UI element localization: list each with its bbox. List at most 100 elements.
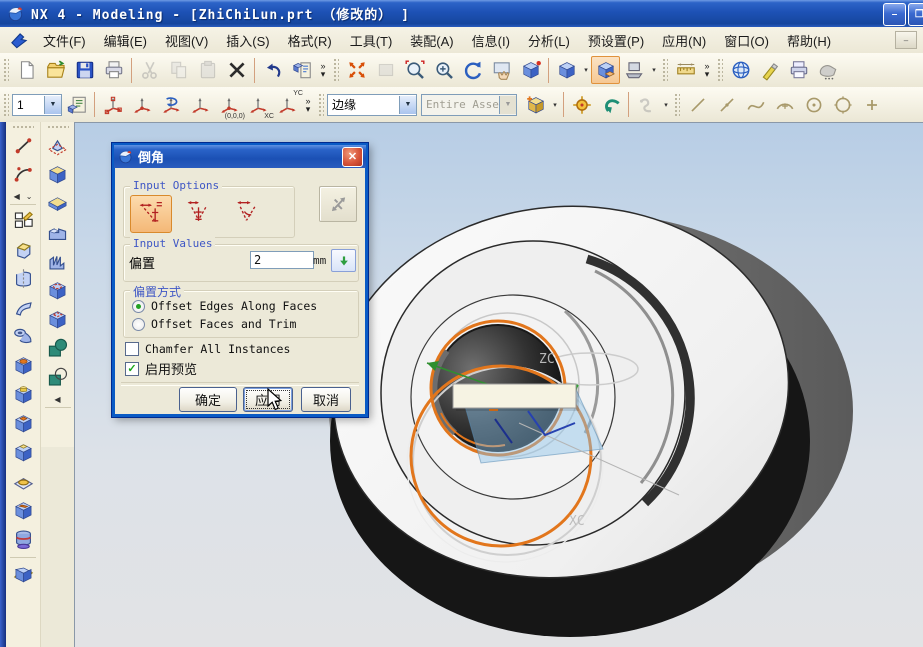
- maximize-button[interactable]: ❐: [908, 3, 923, 26]
- selection-filter-button[interactable]: [567, 91, 596, 119]
- datum-button[interactable]: [43, 132, 73, 161]
- dialog-title-bar[interactable]: 倒角 ✕: [114, 145, 366, 168]
- offset-faces-radio-row[interactable]: Offset Faces and Trim: [132, 317, 296, 331]
- toolbar-grip[interactable]: [12, 125, 34, 130]
- combo-arrow-icon[interactable]: ▼: [399, 96, 416, 114]
- csys-rotate-button[interactable]: [156, 91, 185, 119]
- menu-preferences[interactable]: 预设置(P): [579, 28, 653, 53]
- checkbox-unchecked-icon[interactable]: [125, 342, 139, 356]
- arc-tool-button[interactable]: [8, 161, 38, 190]
- csys-origin-button[interactable]: (0,0,0): [214, 91, 243, 119]
- pad-button[interactable]: [8, 439, 38, 468]
- menu-information[interactable]: 信息(I): [463, 28, 519, 53]
- dropdown-arrow-icon[interactable]: ▾: [581, 66, 591, 74]
- rotate-view-button[interactable]: [458, 56, 487, 84]
- offset-value-dropdown-button[interactable]: [331, 249, 356, 272]
- snap-line-mid-button[interactable]: [712, 91, 741, 119]
- slab-button[interactable]: [43, 190, 73, 219]
- toolbar-collapse-arrows[interactable]: ◀⌄: [14, 190, 33, 202]
- create-box-button[interactable]: [521, 91, 550, 119]
- block-dash-button[interactable]: [43, 306, 73, 335]
- boss-button[interactable]: [8, 381, 38, 410]
- mini-tool-button[interactable]: [632, 91, 661, 119]
- toolbar-grip[interactable]: [3, 58, 9, 82]
- toolbar-grip[interactable]: [333, 58, 339, 82]
- print-button[interactable]: [99, 56, 128, 84]
- toolbar-dock-handle[interactable]: –: [895, 31, 917, 49]
- emboss-button[interactable]: [8, 468, 38, 497]
- zoom-button[interactable]: [429, 56, 458, 84]
- snap-circle-button[interactable]: [828, 91, 857, 119]
- undo-button[interactable]: [258, 56, 287, 84]
- dropdown-arrow-icon[interactable]: ▾: [661, 101, 671, 109]
- menu-tools[interactable]: 工具(T): [341, 28, 402, 53]
- toolbar-overflow[interactable]: »▾: [700, 62, 714, 78]
- isometric-view-button[interactable]: [591, 56, 620, 84]
- sketch-button[interactable]: [8, 207, 38, 236]
- edit-marker-button[interactable]: [755, 56, 784, 84]
- measure-button[interactable]: [671, 56, 700, 84]
- line-tool-button[interactable]: [8, 132, 38, 161]
- sweep-button[interactable]: [8, 294, 38, 323]
- view-operations-button[interactable]: [620, 56, 649, 84]
- journal-button[interactable]: [287, 56, 316, 84]
- toolbar-grip[interactable]: [47, 125, 69, 130]
- enable-preview-row[interactable]: ✓ 启用预览: [125, 359, 197, 378]
- tube-button[interactable]: [8, 323, 38, 352]
- toolbar-overflow[interactable]: »▾: [316, 62, 330, 78]
- dropdown-arrow-icon[interactable]: ▾: [550, 101, 560, 109]
- menu-application[interactable]: 应用(N): [653, 28, 715, 53]
- cylinder-dash-button[interactable]: [43, 277, 73, 306]
- clip-section-button[interactable]: [813, 56, 842, 84]
- menu-format[interactable]: 格式(R): [279, 28, 341, 53]
- save-button[interactable]: [70, 56, 99, 84]
- offset-edges-radio-row[interactable]: Offset Edges Along Faces: [132, 299, 317, 313]
- curve-rule-combo[interactable]: 边缘 ▼: [327, 94, 417, 116]
- new-file-button[interactable]: [12, 56, 41, 84]
- revolve-button[interactable]: [8, 265, 38, 294]
- menu-view[interactable]: 视图(V): [156, 28, 217, 53]
- boolean-intersect-button[interactable]: [43, 364, 73, 393]
- paste-button[interactable]: [193, 56, 222, 84]
- toolbar-grip[interactable]: [3, 93, 9, 117]
- analysis-sphere-button[interactable]: [726, 56, 755, 84]
- csys-dynamic-button[interactable]: [98, 91, 127, 119]
- minimize-button[interactable]: –: [883, 3, 906, 26]
- zoom-box-button[interactable]: [400, 56, 429, 84]
- ok-button[interactable]: 确定: [179, 387, 237, 412]
- snap-spline-button[interactable]: [741, 91, 770, 119]
- snap-arc-button[interactable]: [770, 91, 799, 119]
- pocket-button[interactable]: [8, 410, 38, 439]
- toolbar-grip[interactable]: [717, 58, 723, 82]
- fit-view-button[interactable]: [342, 56, 371, 84]
- menu-analysis[interactable]: 分析(L): [519, 28, 579, 53]
- dropdown-arrow-icon[interactable]: ▾: [649, 66, 659, 74]
- snapshot-button[interactable]: [371, 56, 400, 84]
- perspective-button[interactable]: [516, 56, 545, 84]
- menu-assemblies[interactable]: 装配(A): [401, 28, 462, 53]
- csys-xc-button[interactable]: XC: [243, 91, 272, 119]
- rib-button[interactable]: [43, 248, 73, 277]
- toolbar-grip[interactable]: [662, 58, 668, 82]
- step-button[interactable]: [43, 219, 73, 248]
- delete-button[interactable]: [222, 56, 251, 84]
- csys-yc-button[interactable]: YC: [272, 91, 301, 119]
- title-bar[interactable]: NX 4 - Modeling - [ZhiChiLun.prt （修改的） ]: [0, 0, 923, 27]
- snap-circle-center-button[interactable]: [799, 91, 828, 119]
- layer-settings-button[interactable]: [62, 91, 91, 119]
- hole-button[interactable]: [8, 352, 38, 381]
- csys-point-button[interactable]: [127, 91, 156, 119]
- checkbox-checked-icon[interactable]: ✓: [125, 362, 139, 376]
- layer-combo[interactable]: 1 ▼: [12, 94, 62, 116]
- extrude-button[interactable]: [8, 236, 38, 265]
- chamfer-offset-angle-button[interactable]: [226, 195, 266, 231]
- snap-point-button[interactable]: [857, 91, 886, 119]
- trim-body-button[interactable]: [8, 560, 38, 589]
- block-button[interactable]: [43, 161, 73, 190]
- shaded-display-button[interactable]: [552, 56, 581, 84]
- pan-view-button[interactable]: [487, 56, 516, 84]
- snap-line-button[interactable]: [683, 91, 712, 119]
- back-button[interactable]: [596, 91, 625, 119]
- radio-unselected-icon[interactable]: [132, 318, 145, 331]
- slot-button[interactable]: [8, 497, 38, 526]
